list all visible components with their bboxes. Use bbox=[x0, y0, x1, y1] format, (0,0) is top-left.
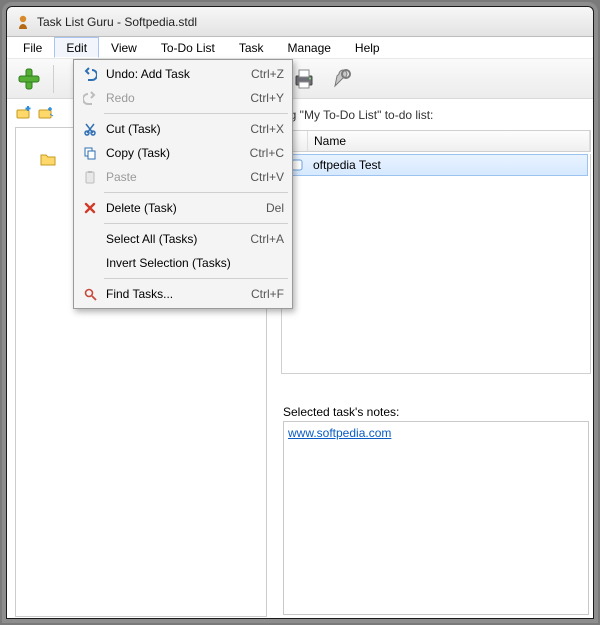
list-caption: ng "My To-Do List" to-do list: bbox=[281, 104, 591, 130]
titlebar: Task List Guru - Softpedia.stdl bbox=[7, 7, 593, 37]
add-subfolder-button[interactable] bbox=[37, 104, 55, 122]
menu-copy-label: Copy (Task) bbox=[100, 146, 250, 160]
notes-link[interactable]: www.softpedia.com bbox=[288, 426, 391, 440]
menu-copy-accel: Ctrl+C bbox=[250, 146, 284, 160]
add-folder-button[interactable] bbox=[15, 104, 33, 122]
menu-find-accel: Ctrl+F bbox=[251, 287, 284, 301]
menu-separator bbox=[104, 223, 288, 224]
menu-redo: Redo Ctrl+Y bbox=[76, 86, 290, 110]
menu-paste-accel: Ctrl+V bbox=[250, 170, 284, 184]
menu-invert-selection[interactable]: Invert Selection (Tasks) bbox=[76, 251, 290, 275]
sidebar-toolbar bbox=[15, 104, 55, 122]
task-grid-header: Name bbox=[281, 130, 591, 152]
redo-icon bbox=[80, 91, 100, 105]
menu-paste-label: Paste bbox=[100, 170, 250, 184]
search-icon bbox=[80, 287, 100, 301]
list-caption-suffix: " to-do list: bbox=[377, 108, 433, 122]
menu-cut[interactable]: Cut (Task) Ctrl+X bbox=[76, 117, 290, 141]
menu-delete-label: Delete (Task) bbox=[100, 201, 266, 215]
toolbar-separator bbox=[53, 65, 54, 93]
menu-paste: Paste Ctrl+V bbox=[76, 165, 290, 189]
menu-task[interactable]: Task bbox=[227, 37, 276, 58]
menu-select-all-accel: Ctrl+A bbox=[250, 232, 284, 246]
menu-view[interactable]: View bbox=[99, 37, 149, 58]
menu-cut-label: Cut (Task) bbox=[100, 122, 250, 136]
tree-folder[interactable] bbox=[40, 152, 56, 166]
menu-separator bbox=[104, 113, 288, 114]
menu-edit[interactable]: Edit bbox=[54, 37, 99, 58]
menu-delete[interactable]: Delete (Task) Del bbox=[76, 196, 290, 220]
menu-separator bbox=[104, 192, 288, 193]
column-name[interactable]: Name bbox=[308, 131, 590, 151]
window-title: Task List Guru - Softpedia.stdl bbox=[37, 15, 197, 29]
menu-file[interactable]: File bbox=[11, 37, 54, 58]
task-grid[interactable]: oftpedia Test bbox=[281, 154, 591, 374]
menu-todolist[interactable]: To-Do List bbox=[149, 37, 227, 58]
undo-icon bbox=[80, 67, 100, 81]
menu-undo-label: Undo: Add Task bbox=[100, 67, 251, 81]
menu-select-all-label: Select All (Tasks) bbox=[100, 232, 250, 246]
horizontal-splitter[interactable] bbox=[281, 391, 591, 399]
notes-area[interactable]: www.softpedia.com bbox=[283, 421, 589, 615]
menu-help[interactable]: Help bbox=[343, 37, 392, 58]
menu-undo[interactable]: Undo: Add Task Ctrl+Z bbox=[76, 62, 290, 86]
menu-redo-label: Redo bbox=[100, 91, 250, 105]
paste-icon bbox=[80, 170, 100, 184]
menu-cut-accel: Ctrl+X bbox=[250, 122, 284, 136]
folder-icon bbox=[40, 152, 56, 166]
settings-button[interactable] bbox=[326, 63, 358, 95]
notes-label: Selected task's notes: bbox=[283, 405, 399, 419]
menu-invert-label: Invert Selection (Tasks) bbox=[100, 256, 284, 270]
menu-select-all[interactable]: Select All (Tasks) Ctrl+A bbox=[76, 227, 290, 251]
app-window: Task List Guru - Softpedia.stdl File Edi… bbox=[6, 6, 594, 619]
main-panel: ng "My To-Do List" to-do list: Name oftp… bbox=[281, 104, 591, 374]
menu-copy[interactable]: Copy (Task) Ctrl+C bbox=[76, 141, 290, 165]
scissors-icon bbox=[80, 122, 100, 136]
menu-manage[interactable]: Manage bbox=[276, 37, 343, 58]
list-name: My To-Do List bbox=[304, 108, 377, 122]
table-row[interactable]: oftpedia Test bbox=[284, 154, 588, 176]
menu-delete-accel: Del bbox=[266, 201, 284, 215]
menu-separator bbox=[104, 278, 288, 279]
menu-find-label: Find Tasks... bbox=[100, 287, 251, 301]
app-icon bbox=[15, 14, 31, 30]
delete-icon bbox=[80, 201, 100, 215]
menu-find[interactable]: Find Tasks... Ctrl+F bbox=[76, 282, 290, 306]
copy-icon bbox=[80, 146, 100, 160]
menubar: File Edit View To-Do List Task Manage He… bbox=[7, 37, 593, 59]
menu-undo-accel: Ctrl+Z bbox=[251, 67, 284, 81]
add-button[interactable] bbox=[13, 63, 45, 95]
task-name-cell: oftpedia Test bbox=[309, 155, 587, 175]
edit-menu-dropdown: Undo: Add Task Ctrl+Z Redo Ctrl+Y Cut (T… bbox=[73, 59, 293, 309]
menu-redo-accel: Ctrl+Y bbox=[250, 91, 284, 105]
